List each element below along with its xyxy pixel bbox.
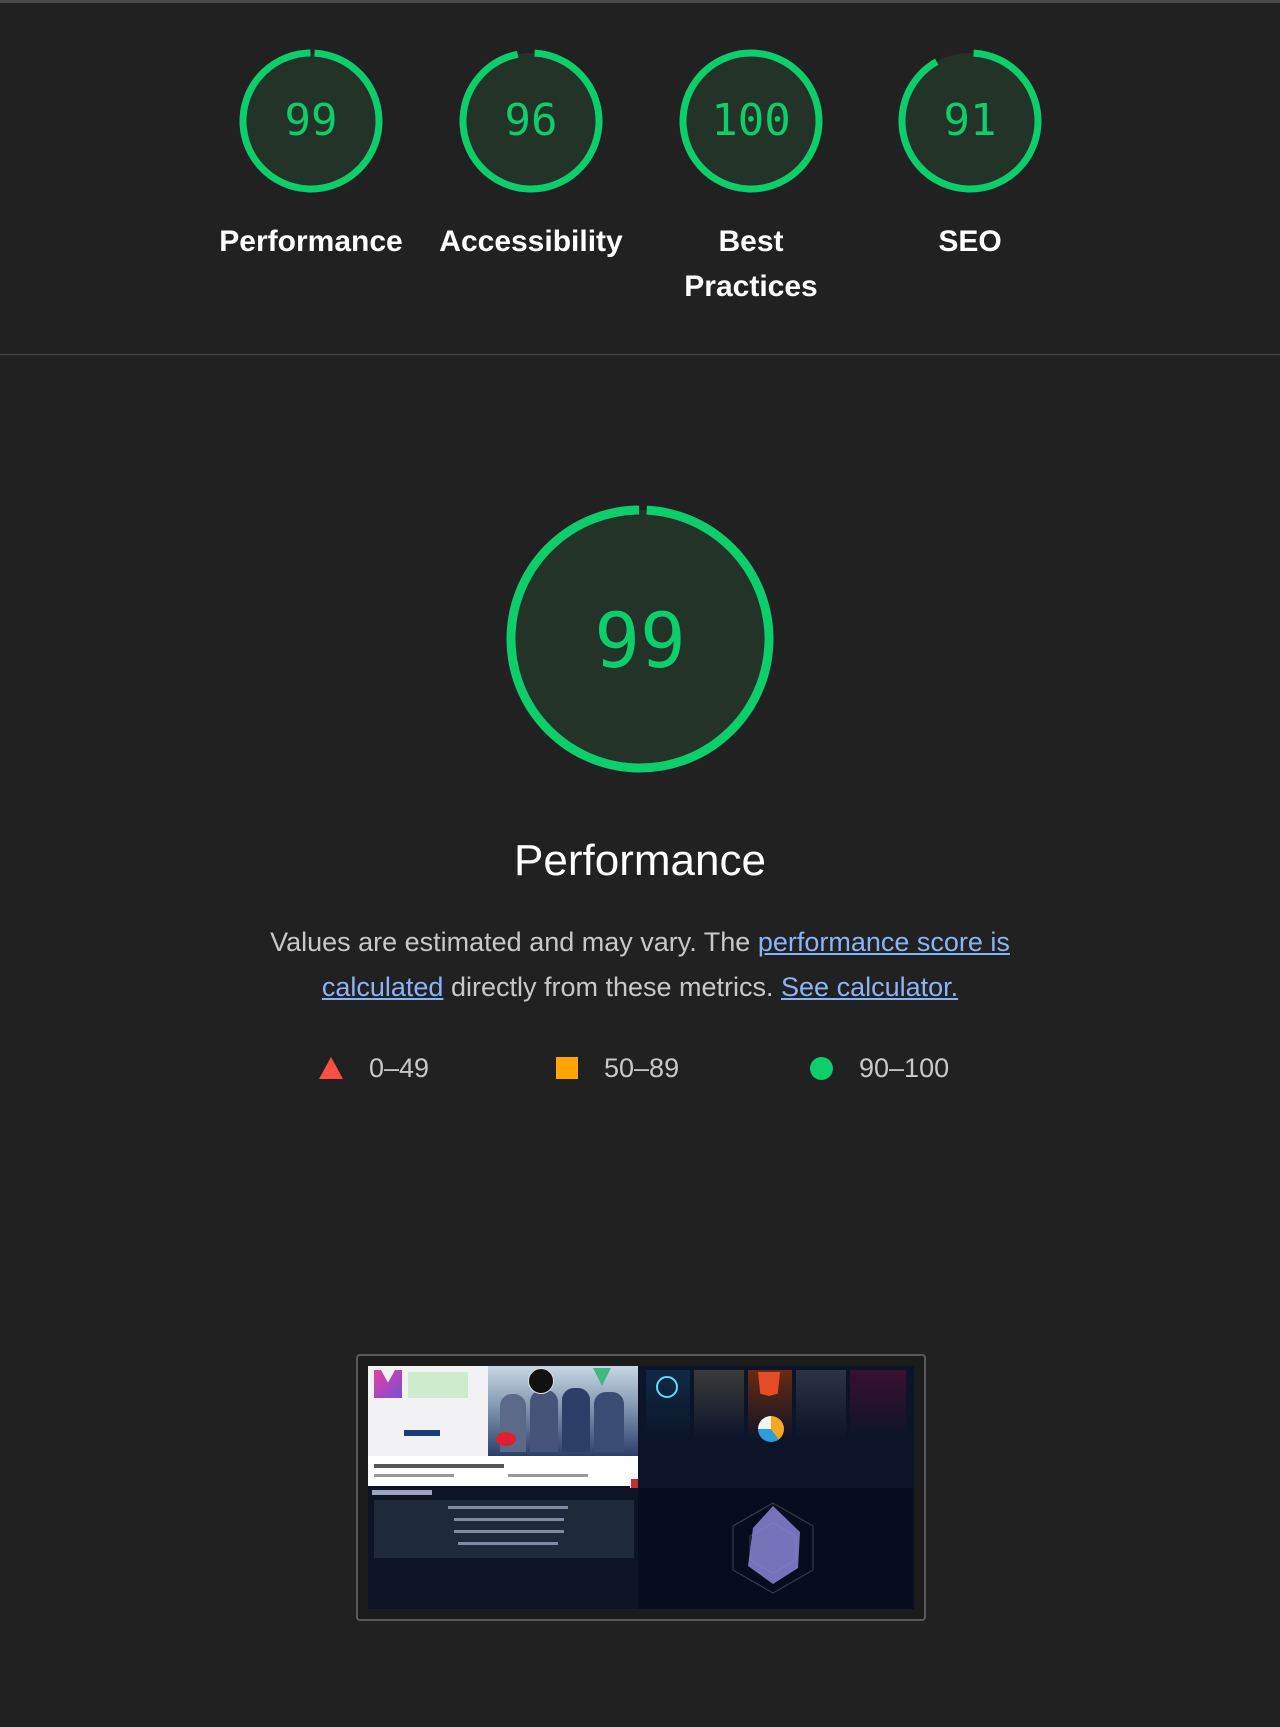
gauge-score: 99 [285,95,338,146]
gauge-ring-icon: 91 [898,49,1042,193]
screenshot-image [368,1366,914,1609]
see-calculator-link[interactable]: See calculator. [781,972,958,1002]
performance-gauge: 99 [506,505,774,773]
gauge-label: SEO [938,225,1002,258]
page-screenshot-thumbnail[interactable] [356,1354,926,1621]
legend-range: 50–89 [604,1052,680,1083]
gauge-seo[interactable]: 91 SEO [860,47,1080,264]
score-scale-legend: 0–49 50–89 90–100 [0,1048,1280,1088]
legend-pass: 90–100 [810,1048,949,1088]
score-summary: 99 Performance 96 Accessibility 100 Best… [0,3,1280,355]
legend-range: 0–49 [369,1052,430,1083]
description-text: directly from these metrics. [443,972,782,1002]
performance-description: Values are estimated and may vary. The p… [215,920,1065,1010]
gauge-accessibility[interactable]: 96 Accessibility [421,47,641,264]
triangle-icon [319,1057,343,1079]
square-icon [556,1057,578,1079]
gauge-label: Performance [219,225,403,258]
performance-score: 99 [594,596,686,685]
lighthouse-report: 99 Performance 96 Accessibility 100 Best… [0,0,1280,1727]
legend-average: 50–89 [556,1048,679,1088]
radar-chart-icon [732,1502,814,1594]
gauge-ring-icon: 96 [459,49,603,193]
gauge-ring-icon: 99 [239,49,383,193]
gauge-label: Accessibility [439,225,623,258]
gauge-score: 100 [711,95,790,146]
gauge-score: 91 [944,95,997,146]
legend-range: 90–100 [859,1052,950,1083]
gauge-ring-icon: 100 [679,49,823,193]
gauge-performance[interactable]: 99 Performance [201,47,421,264]
performance-title: Performance [514,836,766,885]
circle-icon [810,1056,833,1080]
gauge-score: 96 [505,95,558,146]
description-text: Values are estimated and may vary. The [270,927,758,957]
gauge-label: Best Practices [684,225,818,303]
legend-fail: 0–49 [319,1048,429,1088]
gauge-best-practices[interactable]: 100 Best Practices [641,47,861,309]
